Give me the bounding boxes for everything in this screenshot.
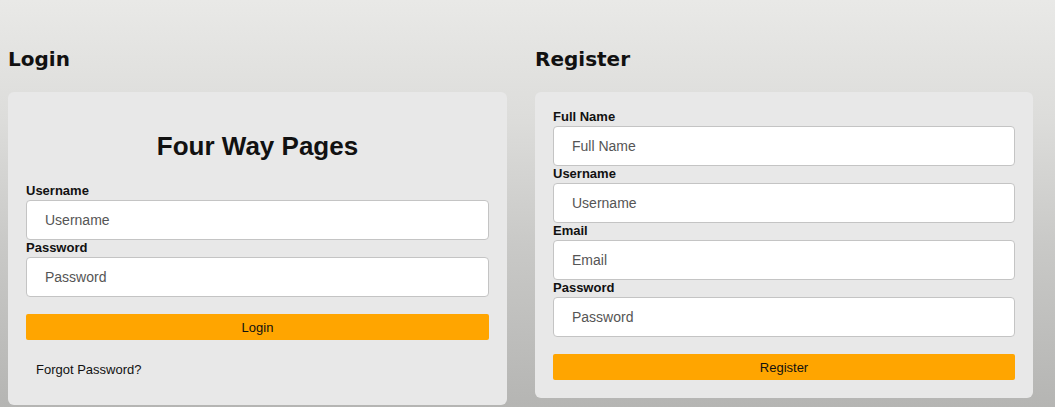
form-field: Username	[553, 166, 1015, 223]
form-field: Username	[26, 183, 489, 240]
login-card: Four Way Pages Username Password Login Forgo…	[8, 92, 507, 405]
form-field: Password	[553, 280, 1015, 337]
field-label: Password	[26, 240, 489, 256]
field-label: Full Name	[553, 109, 1015, 125]
register-heading: Register	[535, 46, 1033, 72]
login-button[interactable]: Login	[26, 314, 489, 340]
login-heading: Login	[8, 46, 507, 72]
register-section: Register Full Name Username Email Password Re…	[535, 46, 1033, 398]
field-label: Username	[553, 166, 1015, 182]
login-section: Login Four Way Pages Username Password Login…	[8, 46, 507, 405]
field-label: Email	[553, 223, 1015, 239]
background-photo: Login Four Way Pages Username Password Login…	[0, 0, 1055, 407]
form-field: Email	[553, 223, 1015, 280]
field-label: Password	[553, 280, 1015, 296]
text-input[interactable]	[553, 240, 1015, 280]
forgot-password-link[interactable]: Forgot Password?	[26, 362, 489, 378]
text-input[interactable]	[553, 183, 1015, 223]
text-input[interactable]	[26, 200, 489, 240]
register-button[interactable]: Register	[553, 354, 1015, 380]
text-input[interactable]	[553, 126, 1015, 166]
register-card: Full Name Username Email Password Register	[535, 92, 1033, 398]
field-label: Username	[26, 183, 489, 199]
text-input[interactable]	[553, 297, 1015, 337]
form-field: Password	[26, 240, 489, 297]
site-title: Four Way Pages	[26, 130, 489, 162]
form-field: Full Name	[553, 109, 1015, 166]
text-input[interactable]	[26, 257, 489, 297]
